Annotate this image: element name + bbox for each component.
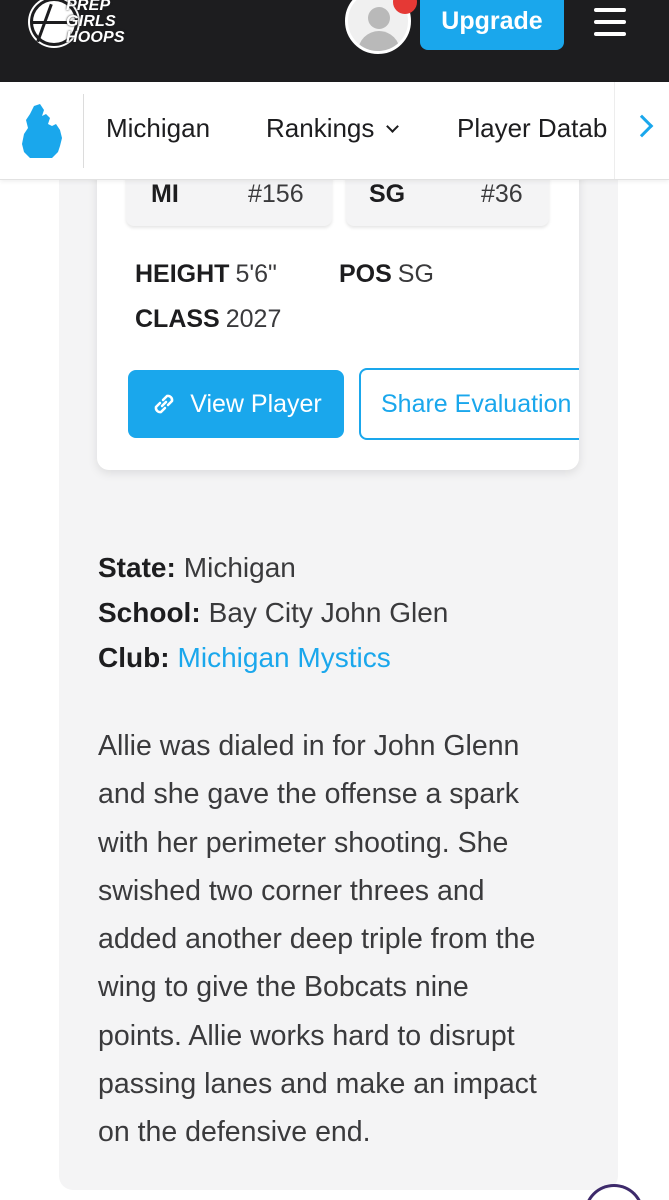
link-icon xyxy=(154,394,174,414)
school-label: School: xyxy=(98,597,201,628)
chevron-down-icon xyxy=(386,120,400,133)
nav-item-player-database[interactable]: Player Datab xyxy=(457,113,614,144)
nav-item-michigan[interactable]: Michigan xyxy=(106,113,210,144)
state-label: State: xyxy=(98,552,176,583)
height-value: 5'6" xyxy=(235,260,277,288)
evaluation-line: Allie was dialed in for John Glenn xyxy=(98,730,520,762)
site-logo[interactable]: PREP GIRLS HOOPS xyxy=(30,0,142,50)
avatar-body-shape xyxy=(358,31,400,51)
logo-line-2: GIRLS xyxy=(66,13,116,30)
class-attribute: CLASS 2027 xyxy=(135,305,281,334)
club-label: Club: xyxy=(98,642,170,673)
view-player-button[interactable]: View Player xyxy=(128,370,344,438)
evaluation-line: swished two corner threes and xyxy=(98,874,485,907)
height-label: HEIGHT xyxy=(135,260,230,288)
nav-item-rankings[interactable]: Rankings xyxy=(266,113,400,144)
menu-icon[interactable] xyxy=(594,8,626,36)
evaluation-line: points. Allie works hard to disrupt xyxy=(98,1019,515,1052)
michigan-map-icon[interactable] xyxy=(20,102,66,160)
logo-line-3: HOOPS xyxy=(66,29,125,46)
school-value: Bay City John Glen xyxy=(208,597,449,628)
class-label: CLASS xyxy=(135,305,220,333)
class-value: 2027 xyxy=(225,305,282,333)
evaluation-line: on the defensive end. xyxy=(98,1116,371,1149)
position-attribute: POS SG xyxy=(339,260,434,289)
upgrade-button[interactable]: Upgrade xyxy=(420,0,564,50)
state-nav-bar: Michigan Rankings Player Datab xyxy=(0,82,669,180)
club-detail: Club: Michigan Mystics xyxy=(98,642,391,674)
position-rank-value: #36 xyxy=(481,180,523,208)
club-link[interactable]: Michigan Mystics xyxy=(178,642,391,673)
evaluation-line: added another deep triple from the xyxy=(98,923,536,956)
pos-label: POS xyxy=(339,260,392,288)
avatar-head-shape xyxy=(368,7,390,29)
nav-divider xyxy=(83,94,84,168)
school-detail: School: Bay City John Glen xyxy=(98,597,448,629)
position-rank-label: SG xyxy=(369,180,406,208)
share-evaluation-button[interactable]: Share Evaluation xyxy=(359,368,579,440)
state-value: Michigan xyxy=(183,552,296,583)
view-player-label: View Player xyxy=(190,389,322,418)
evaluation-line: with her perimeter shooting. She xyxy=(98,826,509,859)
nav-item-rankings-label: Rankings xyxy=(266,113,375,143)
evaluation-line: wing to give the Bobcats nine xyxy=(98,971,469,1004)
evaluation-text: Allie was dialed in for John Glenn and s… xyxy=(98,722,578,1157)
state-detail: State: Michigan xyxy=(98,552,296,584)
state-rank-value: #156 xyxy=(248,180,304,208)
logo-line-1: PREP xyxy=(66,0,111,14)
state-rank-label: MI xyxy=(151,180,179,208)
evaluation-line: and she gave the offense a spark xyxy=(98,778,519,811)
height-attribute: HEIGHT 5'6" xyxy=(135,260,277,289)
top-header: PREP GIRLS HOOPS Upgrade xyxy=(0,0,669,82)
evaluation-line: passing lanes and make an impact xyxy=(98,1068,537,1101)
pos-value: SG xyxy=(397,260,434,288)
